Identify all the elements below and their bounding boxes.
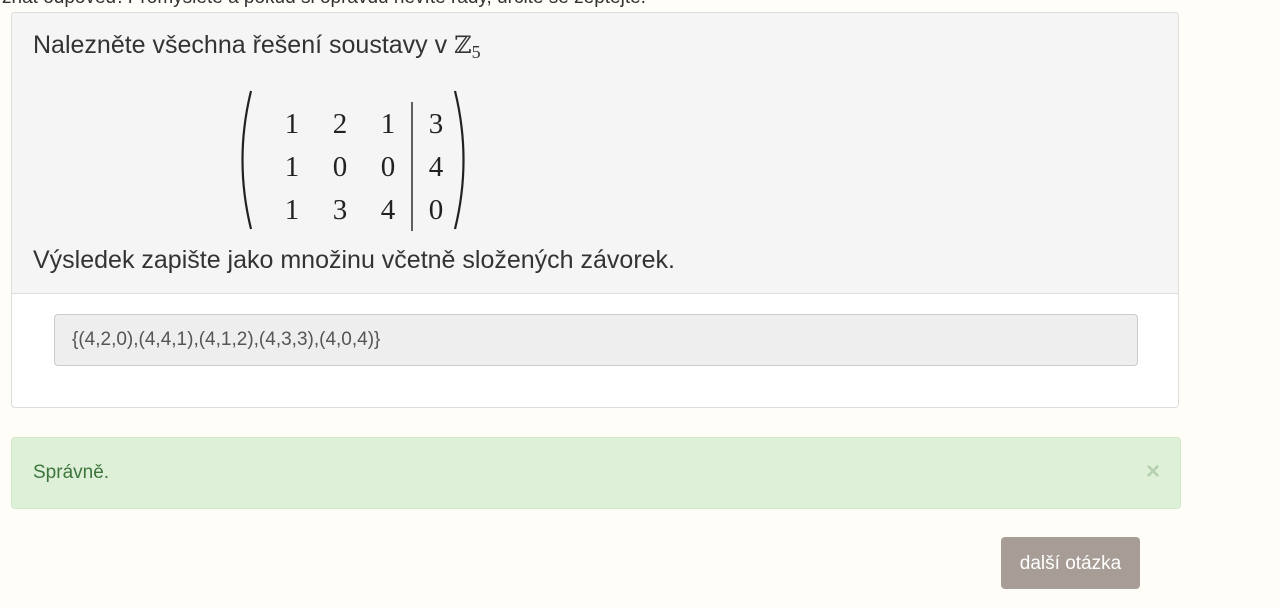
answer-input[interactable] (54, 314, 1138, 366)
matrix-entry: 4 (381, 194, 396, 226)
question-title: Nalezněte všechna řešení soustavy v ℤ5 (33, 29, 481, 63)
question-panel: Nalezněte všechna řešení soustavy v ℤ5 1… (11, 12, 1179, 408)
feedback-text: Správně. (33, 462, 110, 483)
matrix-entry: 1 (285, 194, 300, 226)
question-heading: Nalezněte všechna řešení soustavy v ℤ5 1… (12, 13, 1178, 294)
matrix-entry: 1 (285, 108, 300, 140)
matrix-entry: 0 (429, 194, 444, 226)
matrix-right-paren (453, 90, 465, 230)
close-icon[interactable]: × (1146, 458, 1160, 486)
next-question-button[interactable]: další otázka (1001, 537, 1140, 589)
matrix-left-paren (241, 90, 253, 230)
matrix-entry: 1 (285, 151, 300, 183)
instructions-text-top: znát odpověď. Promyslete a pokud si opra… (2, 0, 646, 9)
matrix-entry: 4 (429, 151, 444, 183)
matrix-entry: 0 (381, 151, 396, 183)
augmented-matrix: 1 2 1 3 1 0 0 4 1 3 4 0 (241, 90, 465, 231)
matrix-entries: 1 2 1 3 1 0 0 4 1 3 4 0 (285, 108, 444, 226)
matrix-entry: 1 (381, 108, 396, 140)
integer-set-symbol: ℤ (454, 31, 472, 59)
success-alert: Správně. × (11, 437, 1181, 509)
integer-set-subscript: 5 (471, 42, 481, 62)
matrix-entry: 3 (333, 194, 348, 226)
answer-instructions: Výsledek zapište jako množinu včetně slo… (33, 246, 675, 274)
question-title-text: Nalezněte všechna řešení soustavy v (33, 31, 455, 59)
matrix-entry: 3 (429, 108, 444, 140)
matrix-entry: 2 (333, 108, 348, 140)
matrix-entry: 0 (333, 151, 348, 183)
